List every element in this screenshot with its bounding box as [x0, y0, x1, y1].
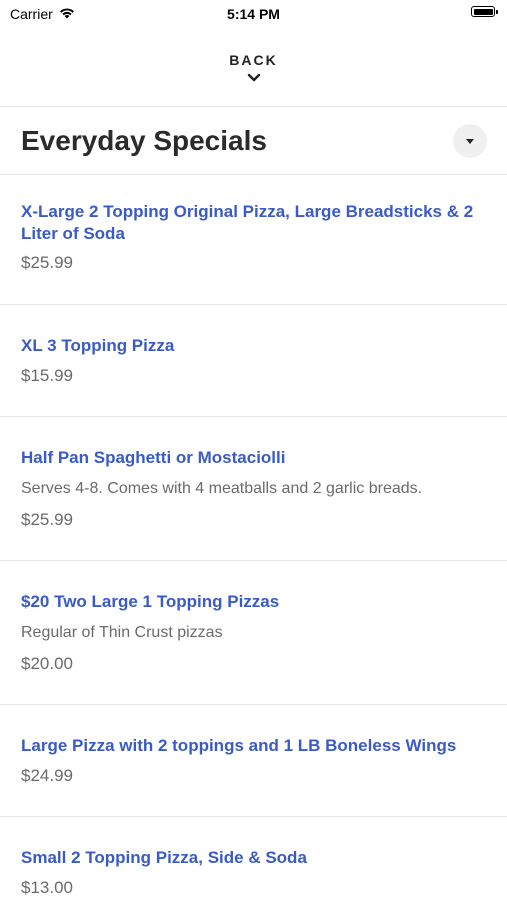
status-right: [471, 6, 498, 17]
item-name: Small 2 Topping Pizza, Side & Soda: [21, 848, 307, 867]
item-description: Serves 4-8. Comes with 4 meatballs and 2…: [21, 480, 423, 497]
back-button[interactable]: BACK: [0, 28, 507, 107]
menu-item[interactable]: $20 Two Large 1 Topping Pizzas Regular o…: [0, 561, 507, 705]
status-bar: Carrier 5:14 PM: [0, 0, 507, 28]
item-price: $25.99: [21, 510, 73, 529]
item-name: XL 3 Topping Pizza: [21, 336, 175, 355]
menu-item[interactable]: Half Pan Spaghetti or Mostaciolli Serves…: [0, 417, 507, 561]
caret-down-icon: [466, 132, 474, 150]
chevron-down-icon: [247, 69, 261, 87]
menu-item[interactable]: XL 3 Topping Pizza $15.99: [0, 305, 507, 417]
battery-icon: [471, 6, 498, 17]
section-title: Everyday Specials: [21, 124, 267, 156]
section-header: Everyday Specials: [0, 107, 507, 175]
menu-item[interactable]: X-Large 2 Topping Original Pizza, Large …: [0, 175, 507, 305]
item-price: $24.99: [21, 766, 73, 785]
menu-item[interactable]: Small 2 Topping Pizza, Side & Soda $13.0…: [0, 817, 507, 907]
item-name: X-Large 2 Topping Original Pizza, Large …: [21, 202, 474, 243]
item-name: Half Pan Spaghetti or Mostaciolli: [21, 448, 286, 467]
item-price: $25.99: [21, 253, 73, 272]
menu-item[interactable]: Large Pizza with 2 toppings and 1 LB Bon…: [0, 705, 507, 817]
section-dropdown-button[interactable]: [453, 123, 487, 158]
item-price: $13.00: [21, 878, 73, 897]
back-label: BACK: [229, 52, 278, 68]
status-time: 5:14 PM: [227, 6, 280, 22]
item-price: $20.00: [21, 654, 73, 673]
item-name: Large Pizza with 2 toppings and 1 LB Bon…: [21, 736, 457, 755]
item-price: $15.99: [21, 366, 73, 385]
item-name: $20 Two Large 1 Topping Pizzas: [21, 592, 280, 611]
item-description: Regular of Thin Crust pizzas: [21, 624, 223, 641]
